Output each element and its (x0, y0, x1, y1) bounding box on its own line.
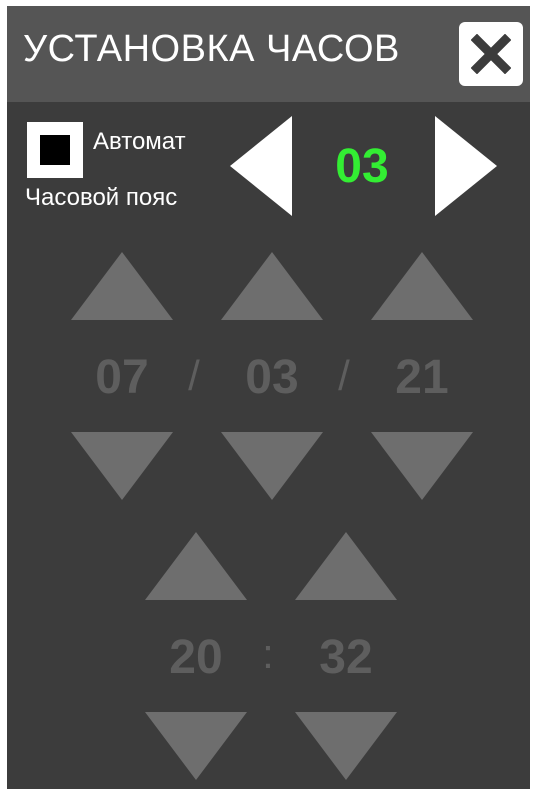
timezone-value: 03 (335, 140, 389, 193)
close-icon (471, 34, 511, 74)
day-down-button[interactable] (71, 432, 173, 500)
hours-down-button[interactable] (145, 712, 247, 780)
month-value: 03 (245, 351, 299, 404)
timezone-increase-button[interactable] (435, 116, 497, 216)
timezone-label: Часовой пояс (25, 184, 178, 211)
date-separator: / (188, 352, 200, 399)
day-up-button[interactable] (71, 252, 173, 320)
left-arrow-icon (230, 116, 292, 216)
auto-label: Автомат (93, 128, 186, 155)
up-arrow-icon (221, 252, 323, 320)
dialog-header: УСТАНОВКА ЧАСОВ (7, 6, 530, 102)
day-value: 07 (95, 351, 149, 404)
auto-checkbox[interactable] (27, 122, 83, 178)
down-arrow-icon (221, 432, 323, 500)
up-arrow-icon (295, 532, 397, 600)
down-arrow-icon (145, 712, 247, 780)
down-arrow-icon (295, 712, 397, 780)
up-arrow-icon (71, 252, 173, 320)
down-arrow-icon (371, 432, 473, 500)
right-arrow-icon (435, 116, 497, 216)
down-arrow-icon (71, 432, 173, 500)
minutes-up-button[interactable] (295, 532, 397, 600)
minutes-down-button[interactable] (295, 712, 397, 780)
time-separator: : (262, 630, 274, 677)
clock-settings-dialog: УСТАНОВКА ЧАСОВ Автомат Часовой пояс 03 … (7, 6, 530, 789)
date-separator: / (338, 352, 350, 399)
up-arrow-icon (145, 532, 247, 600)
checkbox-checked-indicator (40, 135, 70, 165)
timezone-decrease-button[interactable] (230, 116, 292, 216)
year-down-button[interactable] (371, 432, 473, 500)
month-up-button[interactable] (221, 252, 323, 320)
hours-value: 20 (169, 631, 223, 684)
month-down-button[interactable] (221, 432, 323, 500)
up-arrow-icon (371, 252, 473, 320)
year-value: 21 (395, 351, 449, 404)
year-up-button[interactable] (371, 252, 473, 320)
dialog-title: УСТАНОВКА ЧАСОВ (23, 28, 400, 70)
close-button[interactable] (459, 22, 523, 86)
hours-up-button[interactable] (145, 532, 247, 600)
minutes-value: 32 (319, 631, 373, 684)
